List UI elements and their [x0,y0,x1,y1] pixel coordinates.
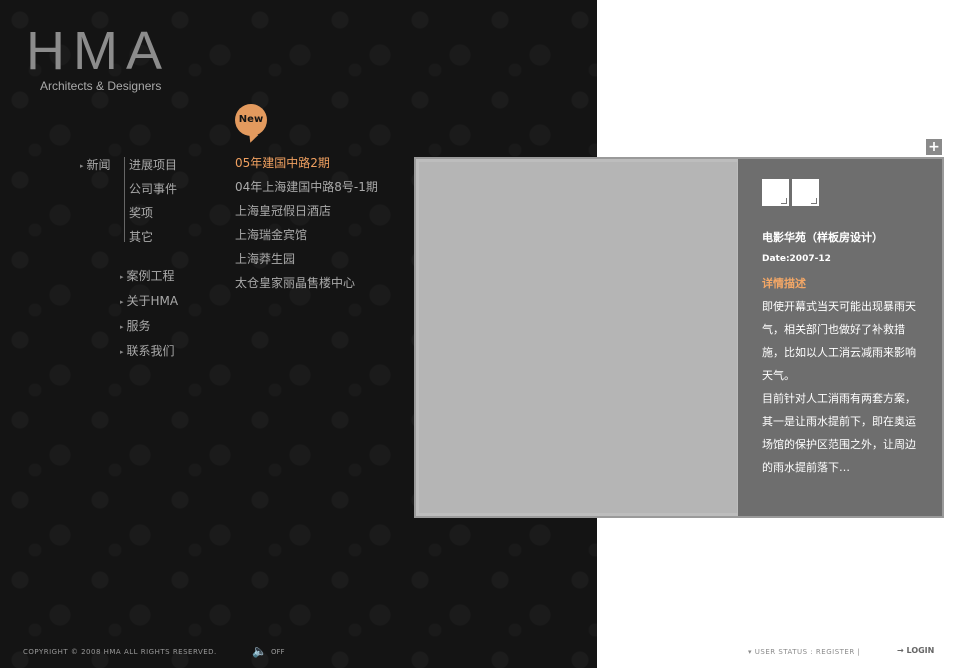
triangle-right-icon: ▸ [80,161,84,170]
arrow-right-icon: → [897,646,904,655]
description-paragraph: 即使开幕式当天可能出现暴雨天气，相关部门也做好了补救措施，比如以人工消云减雨来影… [762,300,916,382]
project-date: Date:2007-12 [762,254,831,264]
nav-item-label: 联系我们 [126,344,175,358]
project-item[interactable]: 上海莽生园 [235,251,378,275]
login-link[interactable]: → LOGIN [897,645,934,657]
nav-item-news[interactable]: ▸ 新闻 [80,157,111,174]
nav-item-label: 新闻 [86,158,111,172]
nav-item-label: 案例工程 [126,269,175,283]
triangle-right-icon: ▸ [120,347,124,356]
submenu-item-awards[interactable]: 奖项 [129,205,177,229]
triangle-right-icon: ▸ [120,272,124,281]
speaker-icon[interactable]: 🔈 [252,644,267,658]
project-item[interactable]: 上海瑞金宾馆 [235,227,378,251]
nav-divider [124,157,125,242]
project-item-active[interactable]: 05年建国中路2期 [235,155,378,179]
login-label: LOGIN [906,646,935,655]
project-detail-popup: 电影华苑（样板房设计） Date:2007-12 详情描述 即使开幕式当天可能出… [414,157,944,518]
copyright-text: COPYRIGHT © 2008 HMA ALL RIGHTS RESERVED… [23,648,217,656]
nav-item-about[interactable]: ▸ 关于HMA [120,293,178,318]
main-nav: ▸ 新闻 [80,157,111,174]
logo-tagline: Architects & Designers [40,79,162,93]
register-link[interactable]: REGISTER [816,648,855,656]
project-list: 05年建国中路2期 04年上海建国中路8号-1期 上海皇冠假日酒店 上海瑞金宾馆… [235,155,378,299]
user-status-link[interactable]: USER STATUS [755,648,808,656]
footer-separator: | [857,648,861,656]
nav-item-contact[interactable]: ▸ 联系我们 [120,343,178,368]
triangle-right-icon: ▸ [120,322,124,331]
submenu-item-company-events[interactable]: 公司事件 [129,181,177,205]
submenu-item-progress[interactable]: 进展项目 [129,157,177,181]
thumbnail-1[interactable] [762,179,789,206]
expand-button[interactable]: + [926,139,942,155]
nav-item-label: 服务 [126,319,151,333]
news-submenu: 进展项目 公司事件 奖项 其它 [129,157,177,253]
project-info-panel: 电影华苑（样板房设计） Date:2007-12 详情描述 即使开幕式当天可能出… [738,159,942,516]
user-status-bar: ▾ USER STATUS : REGISTER | [748,648,861,656]
project-item[interactable]: 太仓皇家丽晶售楼中心 [235,275,378,299]
detail-heading: 详情描述 [762,277,806,290]
new-badge: New [235,104,267,136]
project-item[interactable]: 上海皇冠假日酒店 [235,203,378,227]
description-paragraph: 目前针对人工消雨有两套方案，其一是让雨水提前下，即在奥运场馆的保护区范围之外，让… [762,392,916,474]
hma-logo[interactable]: HMA [26,22,170,80]
secondary-nav: ▸ 案例工程 ▸ 关于HMA ▸ 服务 ▸ 联系我们 [120,268,178,368]
project-title: 电影华苑（样板房设计） [762,231,883,244]
project-image-area [419,162,737,513]
thumbnail-2[interactable] [792,179,819,206]
nav-item-label: 关于HMA [126,294,179,308]
nav-item-cases[interactable]: ▸ 案例工程 [120,268,178,293]
submenu-item-other[interactable]: 其它 [129,229,177,253]
sound-off-toggle[interactable]: OFF [271,646,285,658]
triangle-right-icon: ▸ [120,297,124,306]
project-description: 即使开幕式当天可能出现暴雨天气，相关部门也做好了补救措施，比如以人工消云减雨来影… [762,295,922,479]
nav-item-services[interactable]: ▸ 服务 [120,318,178,343]
project-item[interactable]: 04年上海建国中路8号-1期 [235,179,378,203]
triangle-down-icon: ▾ [748,648,753,656]
